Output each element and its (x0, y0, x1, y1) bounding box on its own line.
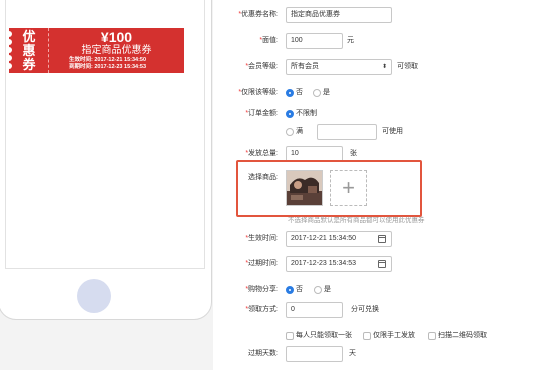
coupon-form: *优惠券名称: 指定商品优惠券 *面值: 100 元 *会员等级: 所有会员 ⬍… (213, 0, 554, 370)
expire-days-label: 过期天数: (248, 350, 278, 357)
member-level-select[interactable]: 所有会员 ⬍ (286, 59, 392, 75)
coupon-badge-char: 优 (22, 29, 36, 44)
coupon-effective-time: 生效时间: 2017-12-21 15:34:50 (69, 57, 147, 63)
coupon-card: 优 惠 券 ¥100 指定商品优惠券 生效时间: 2017-12-21 15:3… (6, 28, 184, 73)
form-row-start: *生效时间: 2017-12-21 15:34:50 (213, 231, 554, 247)
order-full-label: 满 (296, 128, 303, 135)
claim-suffix: 分可兑换 (351, 306, 379, 313)
claim-points-input[interactable]: 0 (286, 302, 343, 318)
coupon-badge: 优 惠 券 (9, 28, 49, 73)
start-time-value: 2017-12-21 15:34:50 (291, 235, 356, 242)
coupon-name-input[interactable]: 指定商品优惠券 (286, 7, 392, 23)
coupon-badge-char: 券 (22, 57, 36, 72)
only-level-yes-label: 是 (323, 89, 330, 96)
share-label: *购物分享: (245, 286, 278, 293)
order-unlimited-radio[interactable] (286, 110, 294, 118)
chevron-updown-icon: ⬍ (381, 64, 387, 70)
form-row-claim: *领取方式: 0 分可兑换 (213, 302, 554, 318)
expire-days-input[interactable] (286, 346, 343, 362)
share-yes-radio[interactable] (314, 286, 322, 294)
expire-days-unit: 天 (349, 350, 356, 357)
level-label: *会员等级: (245, 63, 278, 70)
start-time-label: *生效时间: (245, 235, 278, 242)
add-product-button[interactable]: + (330, 170, 367, 206)
form-row-name: *优惠券名称: 指定商品优惠券 (213, 7, 554, 23)
calendar-icon[interactable] (378, 260, 386, 268)
claim-qrcode-label: 扫描二维码领取 (438, 332, 487, 339)
form-row-expire-days: 过期天数: 天 (213, 346, 554, 362)
name-label: *优惠券名称: (238, 11, 278, 18)
face-value-input[interactable]: 100 (286, 33, 343, 49)
coupon-amount: ¥100 (100, 29, 133, 45)
order-amount-label: *订单金额: (245, 110, 278, 117)
form-row-end: *过期时间: 2017-12-23 15:34:53 (213, 256, 554, 272)
claim-one-per-user-label: 每人只能领取一张 (296, 332, 352, 339)
plus-icon: + (342, 175, 355, 200)
goods-label: 选择商品: (248, 174, 278, 181)
only-level-yes-radio[interactable] (313, 89, 321, 97)
order-unlimited-label: 不限制 (296, 110, 317, 117)
form-row-goods: 选择商品: (213, 170, 554, 186)
goods-hint: 不选择商品默认是所有商品都可以使用此优惠券 (288, 217, 425, 224)
level-suffix: 可领取 (397, 63, 418, 70)
end-time-input[interactable]: 2017-12-23 15:34:53 (286, 256, 392, 272)
start-time-input[interactable]: 2017-12-21 15:34:50 (286, 231, 392, 247)
coupon-expiry-time: 到期时间: 2017-12-23 15:34:53 (69, 64, 147, 70)
calendar-icon[interactable] (378, 235, 386, 243)
share-yes-label: 是 (324, 286, 331, 293)
form-row-order-full: 满 可使用 (213, 124, 554, 140)
only-level-no-radio[interactable] (286, 89, 294, 97)
coupon-badge-char: 惠 (22, 43, 36, 58)
form-row-level: *会员等级: 所有会员 ⬍ 可领取 (213, 59, 554, 75)
order-full-suffix: 可使用 (382, 128, 403, 135)
share-no-label: 否 (296, 286, 303, 293)
only-level-label: *仅限该等级: (238, 89, 278, 96)
form-row-order-amount: *订单金额: 不限制 (213, 106, 554, 122)
form-row-claim-options: 每人只能领取一张 仅限手工发放 扫描二维码领取 (213, 328, 554, 344)
end-time-value: 2017-12-23 15:34:53 (291, 260, 356, 267)
only-level-no-label: 否 (296, 89, 303, 96)
form-row-share: *购物分享: 否 是 (213, 282, 554, 298)
claim-qrcode-checkbox[interactable] (428, 332, 436, 340)
order-full-radio[interactable] (286, 128, 294, 136)
claim-manual-checkbox[interactable] (363, 332, 371, 340)
claim-label: *领取方式: (245, 306, 278, 313)
end-time-label: *过期时间: (245, 260, 278, 267)
claim-manual-label: 仅限手工发放 (373, 332, 415, 339)
coupon-name: 指定商品优惠券 (81, 45, 152, 56)
form-row-face: *面值: 100 元 (213, 33, 554, 49)
face-unit: 元 (347, 37, 354, 44)
home-button[interactable] (77, 279, 111, 313)
member-level-value: 所有会员 (291, 63, 319, 70)
face-label: *面值: (259, 37, 278, 44)
order-full-amount-input[interactable] (317, 124, 377, 140)
claim-one-per-user-checkbox[interactable] (286, 332, 294, 340)
share-no-radio[interactable] (286, 286, 294, 294)
form-row-only-level: *仅限该等级: 否 是 (213, 85, 554, 101)
product-thumbnail[interactable] (286, 170, 323, 206)
goods-highlight-frame (236, 160, 422, 217)
